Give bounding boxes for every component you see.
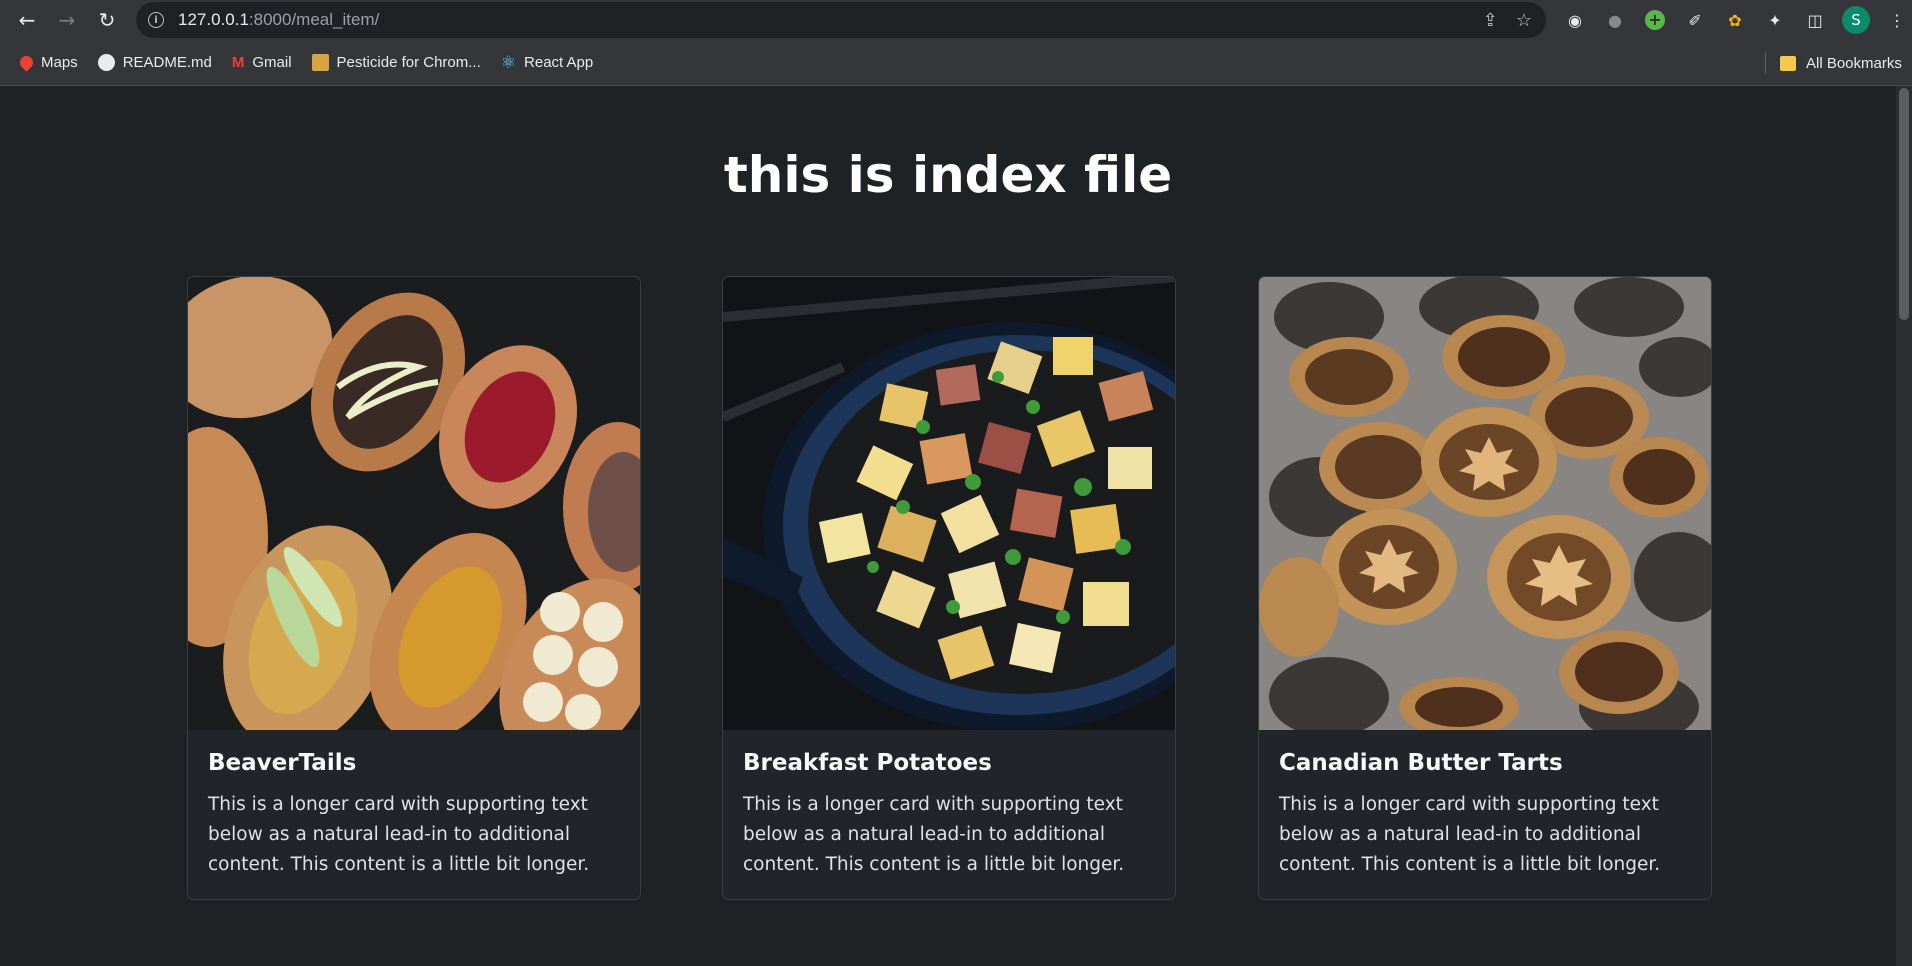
forward-arrow-icon[interactable]: → [50,3,84,37]
bookmark-label: Pesticide for Chrom... [336,54,481,71]
card-title: Canadian Butter Tarts [1279,750,1563,776]
butter-tarts-image [1259,277,1711,730]
url-host: 127.0.0.1 [178,10,249,29]
meal-card[interactable]: Breakfast Potatoes This is a longer card… [722,276,1176,900]
folder-icon [1780,55,1796,71]
bookmarks-divider [1765,52,1766,74]
bookmark-gmail[interactable]: M Gmail [232,54,292,71]
meal-card[interactable]: BeaverTails This is a longer card with s… [187,276,641,900]
card-grid: BeaverTails This is a longer card with s… [187,276,1713,900]
card-text: This is a longer card with supporting te… [743,794,1125,875]
bookmark-label: README.md [122,54,212,71]
github-icon [97,54,115,71]
url-text[interactable]: 127.0.0.1:8000/meal_item/ [178,10,379,30]
profile-initial: S [1851,11,1861,29]
bookmark-label: Gmail [252,54,292,71]
bookmark-react-app[interactable]: ⚛ React App [501,53,593,73]
url-path: :8000/meal_item/ [248,10,380,29]
all-bookmarks-label: All Bookmarks [1806,54,1902,72]
beavertails-image [188,277,640,730]
meal-card[interactable]: Canadian Butter Tarts This is a longer c… [1258,276,1712,900]
scrollbar-thumb[interactable] [1899,88,1909,320]
extensions-tray: ◉ ● + ✐ ✿ ✦ ◫ S ⋮ [1562,0,1910,40]
bookmark-star-icon[interactable]: ☆ [1516,10,1532,31]
page-content: this is index file BeaverTails This is a… [0,86,1896,966]
glasses-extension-icon[interactable]: ◉ [1562,7,1588,33]
react-icon: ⚛ [500,52,517,72]
pesticide-icon [311,54,329,71]
page-scrollbar[interactable] [1896,86,1912,966]
card-title: BeaverTails [208,750,357,776]
browser-toolbar: ← → ↻ i 127.0.0.1:8000/meal_item/ ⇪ ☆ ◉ … [0,0,1912,40]
share-icon[interactable]: ⇪ [1483,10,1498,31]
colorful-extension-icon[interactable]: ✿ [1722,7,1748,33]
card-text: This is a longer card with supporting te… [208,794,590,875]
card-title: Breakfast Potatoes [743,750,992,776]
page-title: this is index file [723,146,1173,204]
plus-extension-icon[interactable]: + [1645,10,1665,30]
gmail-icon: M [231,54,245,71]
puzzle-extensions-icon[interactable]: ✦ [1762,7,1788,33]
bookmark-label: Maps [41,54,78,71]
all-bookmarks-button[interactable]: All Bookmarks [1780,40,1902,86]
back-arrow-icon[interactable]: ← [10,3,44,37]
card-text: This is a longer card with supporting te… [1279,794,1661,875]
maps-pin-icon [17,53,36,72]
reload-icon[interactable]: ↻ [90,3,124,37]
bookmark-readme[interactable]: README.md [97,54,212,71]
bookmark-maps[interactable]: Maps [17,53,78,72]
bookmark-pesticide[interactable]: Pesticide for Chrom... [311,54,481,71]
address-bar[interactable]: i 127.0.0.1:8000/meal_item/ ⇪ ☆ [136,2,1546,38]
eyedropper-extension-icon[interactable]: ✐ [1682,7,1708,33]
bookmark-label: React App [524,54,594,71]
side-panel-icon[interactable]: ◫ [1802,7,1828,33]
bookmarks-bar: Maps README.md M Gmail Pesticide for Chr… [0,40,1912,86]
profile-avatar[interactable]: S [1842,6,1870,34]
more-menu-icon[interactable]: ⋮ [1884,7,1910,33]
breakfast-potatoes-image [723,277,1175,730]
grey-extension-icon[interactable]: ● [1602,7,1628,33]
site-info-icon[interactable]: i [148,12,164,28]
